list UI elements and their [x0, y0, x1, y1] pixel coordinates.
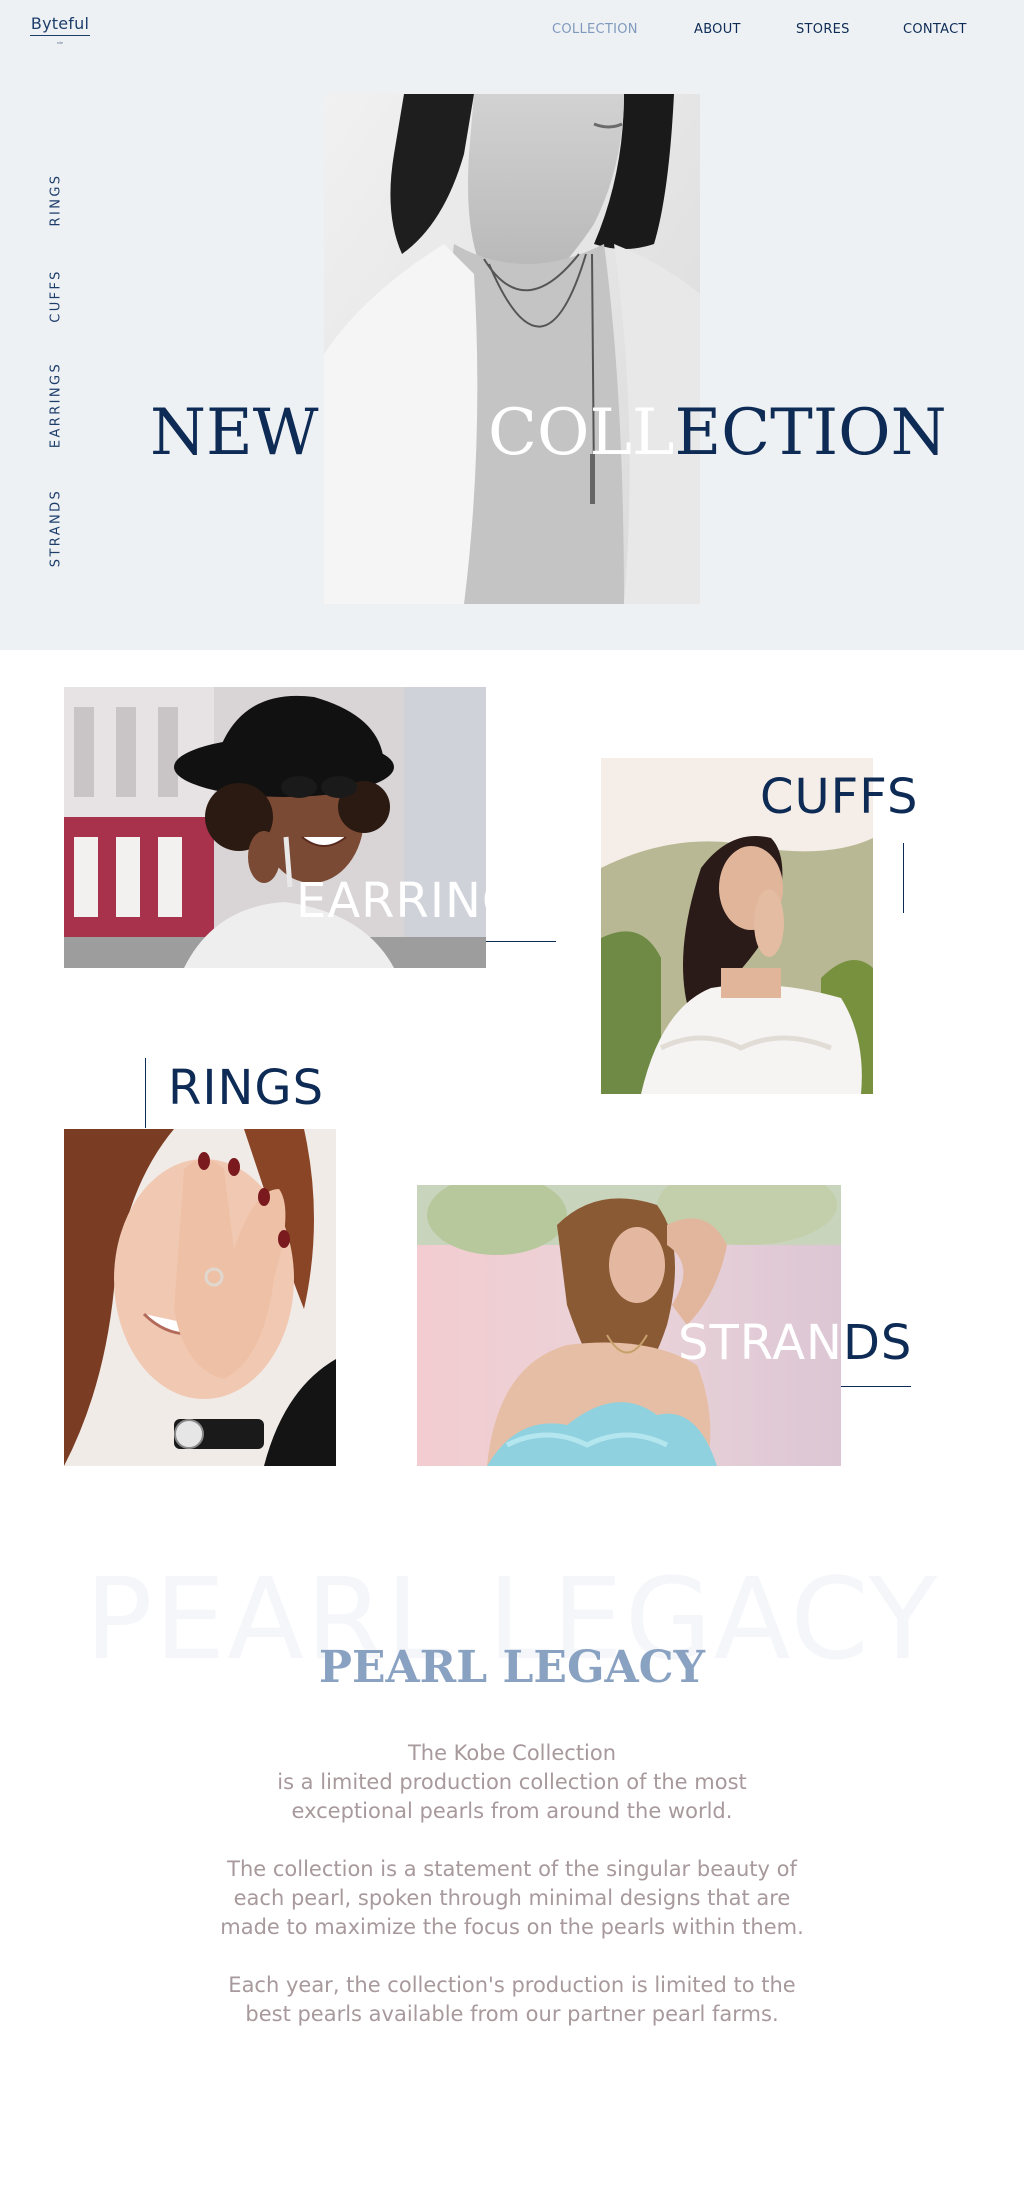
hero-word-new: NEW [150, 396, 319, 470]
legacy-p1-line-2: is a limited production collection of th… [277, 1770, 747, 1794]
logo-text: Byteful [30, 14, 90, 33]
legacy-p3-line-2: best pearls available from our partner p… [245, 2002, 779, 2026]
site-logo[interactable]: Byteful site [30, 14, 90, 45]
legacy-p3-line-1: Each year, the collection's production i… [228, 1973, 796, 1997]
legacy-p1-line-1: The Kobe Collection [407, 1741, 617, 1765]
side-nav-rings[interactable]: RINGS [49, 174, 64, 227]
earrings-label-text: EARRINGS [296, 873, 552, 929]
side-nav-strands[interactable]: STRANDS [49, 489, 64, 567]
rings-label[interactable]: RINGS [168, 1060, 324, 1116]
rings-label-text: RINGS [168, 1060, 325, 1116]
hero-word-collection-text: COLLECTION [488, 396, 947, 470]
legacy-p1-line-3: exceptional pearls from around the world… [291, 1799, 733, 1823]
legacy-paragraph-3: Each year, the collection's production i… [112, 1971, 912, 2029]
rings-photo[interactable] [64, 1129, 336, 1466]
earrings-label[interactable]: EARRINGS [296, 873, 552, 929]
hero-section: Byteful site COLLECTION ABOUT STORES CON… [0, 0, 1024, 650]
legacy-p2-line-1: The collection is a statement of the sin… [227, 1857, 797, 1881]
hero-word-collection: COLLECTION [488, 398, 947, 468]
legacy-title: PEARL LEGACY [318, 1642, 706, 1693]
logo-underline [30, 35, 90, 36]
legacy-paragraph-2: The collection is a statement of the sin… [112, 1855, 912, 1942]
nav-collection[interactable]: COLLECTION [552, 22, 638, 38]
cuffs-label-text: CUFFS [760, 769, 919, 825]
strands-label[interactable]: STRANDS [678, 1315, 912, 1371]
nav-contact[interactable]: CONTACT [903, 22, 967, 38]
legacy-paragraph-1: The Kobe Collection is a limited product… [112, 1739, 912, 1826]
legacy-p2-line-2: each pearl, spoken through minimal desig… [233, 1886, 791, 1910]
nav-stores[interactable]: STORES [796, 22, 850, 38]
strands-label-text: STRANDS [678, 1315, 913, 1371]
rings-vertical-line [145, 1058, 146, 1128]
side-nav-cuffs[interactable]: CUFFS [49, 269, 64, 323]
earrings-underline [486, 941, 556, 942]
cuffs-label[interactable]: CUFFS [760, 769, 919, 825]
cuffs-vertical-line [903, 843, 904, 913]
hero-photo [324, 94, 700, 604]
nav-about[interactable]: ABOUT [694, 22, 741, 38]
logo-tagline: site [56, 40, 64, 45]
side-nav-earrings[interactable]: EARRINGS [49, 362, 64, 448]
strands-underline [841, 1386, 911, 1387]
legacy-p2-line-3: made to maximize the focus on the pearls… [220, 1915, 804, 1939]
